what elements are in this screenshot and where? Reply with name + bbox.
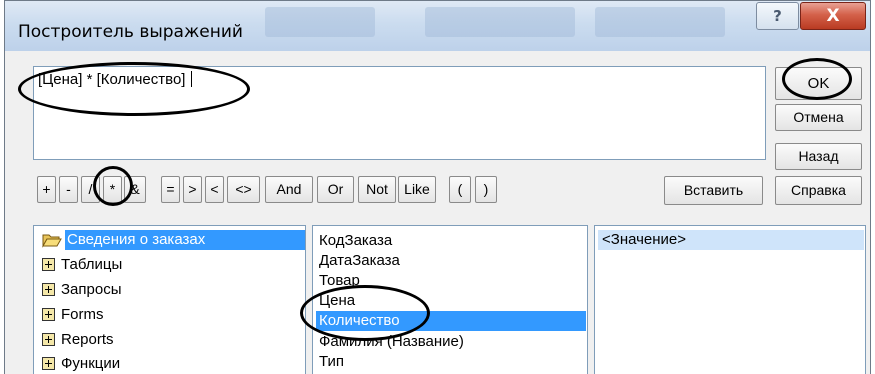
operator-greater-button[interactable]: >: [183, 176, 202, 203]
plus-box-icon: [42, 283, 55, 296]
plus-box-icon: [42, 308, 55, 321]
field-item[interactable]: ДатаЗаказа: [319, 252, 400, 269]
operator-concat-button[interactable]: &: [124, 176, 146, 203]
tree-item-details[interactable]: Сведения о заказах: [38, 230, 305, 250]
operator-divide-button[interactable]: /: [81, 176, 100, 203]
text-cursor: [191, 71, 193, 87]
operator-and-button[interactable]: And: [265, 176, 313, 203]
background-ghost: [265, 7, 375, 37]
operator-not-equal-button[interactable]: <>: [227, 176, 260, 203]
cancel-button[interactable]: Отмена: [775, 104, 862, 131]
operator-minus-button[interactable]: -: [59, 176, 78, 203]
tree-item-reports[interactable]: Reports: [38, 330, 278, 350]
tree-item-label: Запросы: [61, 281, 122, 298]
window-title: Построитель выражений: [18, 22, 243, 42]
field-item[interactable]: Фамилия (Название): [319, 333, 464, 350]
tree-item-functions[interactable]: Функции: [38, 354, 278, 374]
open-paren-button[interactable]: (: [449, 176, 471, 203]
plus-box-icon: [42, 333, 55, 346]
field-item[interactable]: Товар: [319, 272, 360, 289]
field-item[interactable]: Цена: [319, 292, 355, 309]
tree-item-queries[interactable]: Запросы: [38, 280, 278, 300]
tree-item-forms[interactable]: Forms: [38, 305, 278, 325]
tree-item-tables[interactable]: Таблицы: [38, 255, 278, 275]
tree-item-label: Таблицы: [61, 256, 123, 273]
tree-item-label: Reports: [61, 331, 114, 348]
ok-button[interactable]: OK: [775, 67, 862, 100]
help-title-button[interactable]: ?: [756, 2, 799, 30]
expression-text: [Цена] * [Количество]: [38, 71, 186, 88]
operator-multiply-button[interactable]: *: [103, 176, 122, 203]
tree-item-label: Функции: [61, 355, 121, 372]
close-button[interactable]: X: [800, 2, 866, 30]
insert-button[interactable]: Вставить: [664, 176, 763, 205]
back-button[interactable]: Назад: [775, 143, 862, 170]
operator-less-button[interactable]: <: [205, 176, 224, 203]
operator-like-button[interactable]: Like: [398, 176, 436, 203]
plus-box-icon: [42, 357, 55, 370]
operator-not-button[interactable]: Not: [358, 176, 396, 203]
plus-box-icon: [42, 258, 55, 271]
operator-plus-button[interactable]: +: [37, 176, 56, 203]
operator-equals-button[interactable]: =: [161, 176, 180, 203]
question-icon: ?: [773, 7, 782, 25]
folder-open-icon: [42, 234, 62, 248]
close-paren-button[interactable]: ): [475, 176, 497, 203]
field-item[interactable]: Тип: [319, 353, 344, 370]
help-button[interactable]: Справка: [775, 176, 862, 205]
value-item-selected[interactable]: <Значение>: [598, 230, 864, 250]
background-ghost: [595, 7, 725, 37]
operator-or-button[interactable]: Or: [317, 176, 354, 203]
value-item-label: <Значение>: [602, 231, 687, 248]
tree-item-label: Forms: [61, 306, 104, 323]
close-icon: X: [826, 6, 840, 26]
field-item-label: Количество: [319, 312, 400, 329]
field-item-selected[interactable]: Количество: [316, 311, 586, 331]
background-ghost: [425, 7, 575, 37]
field-item[interactable]: КодЗаказа: [319, 232, 392, 249]
tree-item-label: Сведения о заказах: [65, 230, 305, 250]
